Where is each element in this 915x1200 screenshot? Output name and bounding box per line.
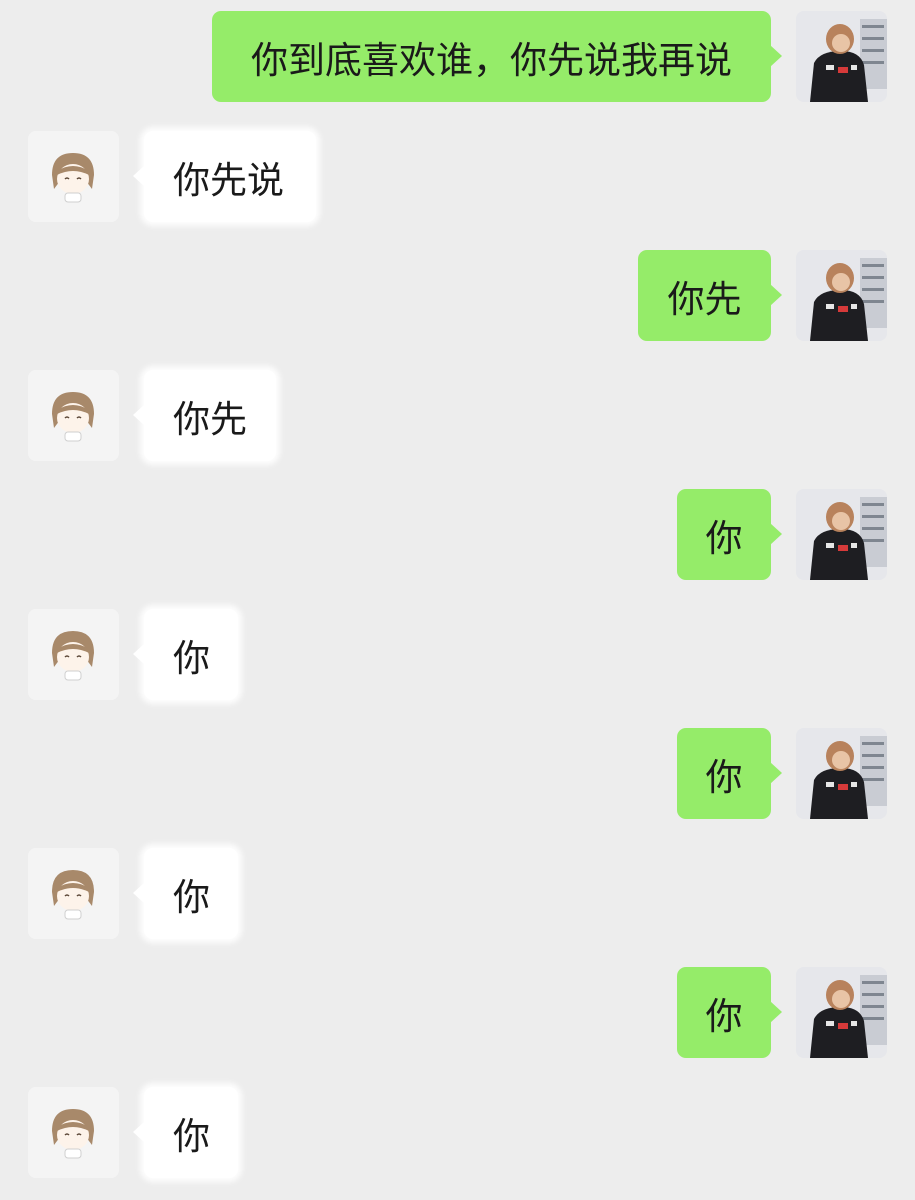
message-text: 你先 (667, 277, 742, 321)
bubble-tail (133, 404, 145, 426)
self-avatar[interactable] (796, 489, 887, 580)
message-bubble-outgoing[interactable]: 你先 (638, 250, 782, 341)
message-bubble-outgoing[interactable]: 你 (677, 967, 782, 1058)
chat-message-list[interactable]: 你到底喜欢谁，你先说我再说 你先说 你先 你先 你 你 你 你 你 你 (0, 0, 915, 1200)
self-avatar-photo-icon (796, 489, 887, 580)
message-text: 你 (705, 516, 743, 560)
self-avatar-photo-icon (796, 967, 887, 1058)
message-text: 你 (705, 755, 743, 799)
self-avatar[interactable] (796, 250, 887, 341)
bubble-tail (770, 45, 782, 67)
message-text: 你先 (173, 397, 247, 441)
message-bubble-incoming[interactable]: 你 (133, 1087, 238, 1178)
message-text: 你 (173, 636, 210, 680)
message-text: 你 (173, 1114, 210, 1158)
bubble-tail (133, 1121, 145, 1143)
message-bubble-outgoing[interactable]: 你 (677, 489, 782, 580)
message-bubble-outgoing[interactable]: 你 (677, 728, 782, 819)
self-avatar-photo-icon (796, 728, 887, 819)
bubble-tail (770, 762, 782, 784)
self-avatar[interactable] (796, 11, 887, 102)
contact-avatar-anime-icon (28, 848, 119, 939)
bubble-tail (133, 643, 145, 665)
contact-avatar-anime-icon (28, 370, 119, 461)
contact-avatar[interactable] (28, 131, 119, 222)
message-bubble-incoming[interactable]: 你先 (133, 370, 276, 461)
message-bubble-incoming[interactable]: 你 (133, 848, 238, 939)
bubble-tail (770, 284, 782, 306)
self-avatar-photo-icon (796, 11, 887, 102)
message-bubble-incoming[interactable]: 你先说 (133, 131, 316, 222)
message-text: 你先说 (173, 158, 284, 202)
contact-avatar[interactable] (28, 848, 119, 939)
contact-avatar[interactable] (28, 1087, 119, 1178)
bubble-tail (770, 1001, 782, 1023)
message-text: 你 (173, 875, 210, 919)
bubble-tail (770, 523, 782, 545)
bubble-tail (133, 165, 145, 187)
self-avatar[interactable] (796, 728, 887, 819)
message-bubble-outgoing[interactable]: 你到底喜欢谁，你先说我再说 (212, 11, 782, 102)
self-avatar-photo-icon (796, 250, 887, 341)
message-bubble-incoming[interactable]: 你 (133, 609, 238, 700)
contact-avatar-anime-icon (28, 1087, 119, 1178)
message-text: 你 (705, 994, 743, 1038)
contact-avatar-anime-icon (28, 609, 119, 700)
contact-avatar[interactable] (28, 370, 119, 461)
bubble-tail (133, 882, 145, 904)
contact-avatar-anime-icon (28, 131, 119, 222)
contact-avatar[interactable] (28, 609, 119, 700)
message-text: 你到底喜欢谁，你先说我再说 (251, 38, 732, 82)
self-avatar[interactable] (796, 967, 887, 1058)
